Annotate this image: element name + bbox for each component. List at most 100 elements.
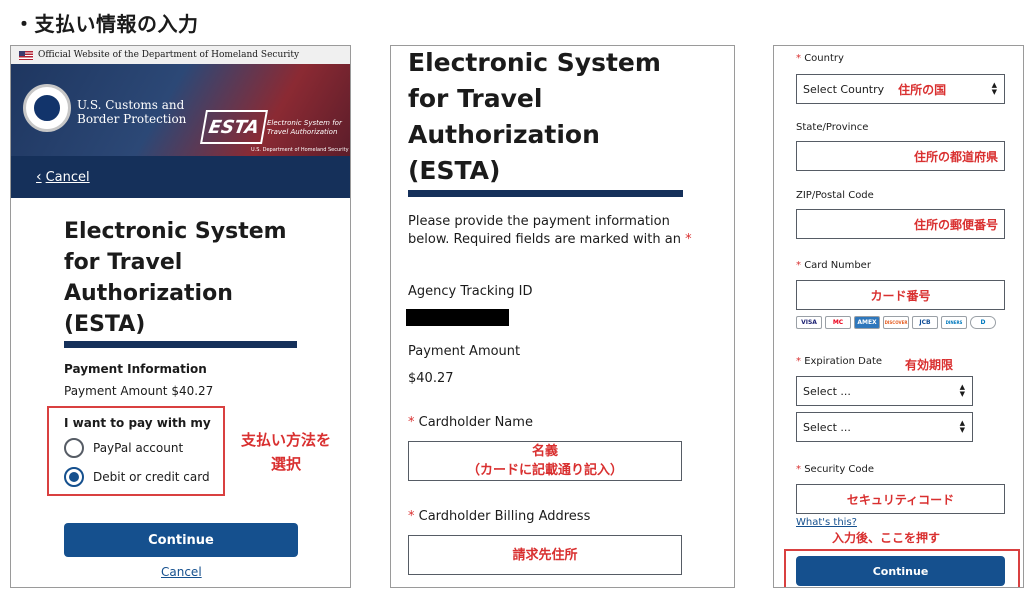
chevron-left-icon: ‹ [36,169,42,185]
paypal-option-label: PayPal account [93,441,184,455]
required-mark: * [796,356,801,367]
expiry-month-value: Select ... [803,384,851,398]
dhs-seal-icon [23,84,71,132]
esta-tagline: Electronic System for Travel Authorizati… [267,119,342,137]
card-radio[interactable] [64,467,84,487]
expiry-label-text: Expiration Date [804,356,883,367]
country-select-value: Select Country [803,82,885,96]
title-divider [408,190,683,197]
gov-banner: Official Website of the Department of Ho… [11,46,350,64]
billing-address-note: 請求先住所 [512,547,578,563]
gov-banner-text: Official Website of the Department of Ho… [38,50,300,60]
esta-tagline-line2: Travel Authorization [267,128,338,136]
title-line: Authorization [408,120,600,149]
note-line: （カードに記載通り記入） [466,463,623,478]
expiry-note: 有効期限 [905,358,954,372]
annotation-line: 支払い方法を [240,431,331,449]
push-note: 入力後、ここを押す [832,531,941,545]
nav-bar: ‹ Cancel [11,156,350,198]
instructions-text: Please provide the payment information b… [408,214,681,247]
zip-label: ZIP/Postal Code [796,190,874,201]
country-note: 住所の国 [898,82,947,97]
cardholder-name-label: * Cardholder Name [408,415,533,430]
card-option[interactable]: Debit or credit card [64,467,210,487]
expiry-month-select[interactable]: Select ... ▲ ▼ [796,376,973,406]
expiry-label: * Expiration Date [796,356,882,367]
title-line: (ESTA) [408,156,501,185]
title-line: (ESTA) [64,312,146,337]
us-flag-icon [19,50,33,60]
required-mark: * [796,260,801,271]
page-title: Electronic System for Travel Authorizati… [408,46,661,189]
cardholder-name-input[interactable]: 名義 （カードに記載通り記入） [408,441,682,481]
pay-with-label: I want to pay with my [64,416,211,430]
card-number-label-text: Card Number [804,260,871,271]
title-divider [64,341,297,348]
cardholder-name-note: 名義 （カードに記載通り記入） [467,442,623,480]
instructions: Please provide the payment information b… [408,213,708,249]
agency-name: U.S. Customs and Border Protection [77,98,186,126]
payment-info-heading: Payment Information [64,362,207,376]
title-line: Electronic System [408,48,661,77]
annotation-select-method: 支払い方法を 選択 [229,428,343,476]
diners-icon: DINERS [941,316,967,329]
select-arrows-icon: ▲ ▼ [991,81,997,96]
title-line: for Travel [64,250,183,275]
security-code-input[interactable]: セキュリティコード [796,484,1005,514]
esta-logo: ESTA [200,110,268,144]
card-number-label: * Card Number [796,260,871,271]
payment-amount: Payment Amount $40.27 [64,384,214,398]
security-code-label-text: Security Code [804,464,875,475]
card-option-label: Debit or credit card [93,470,210,484]
agency-name-line1: U.S. Customs and [77,98,185,112]
redacted-tracking-id [406,309,509,326]
visa-icon: VISA [796,316,822,329]
paypal-radio[interactable] [64,438,84,458]
amount-value: $40.27 [408,371,454,386]
required-mark: * [685,232,692,247]
security-code-note: セキュリティコード [846,492,955,507]
title-line: Authorization [64,281,233,306]
cardholder-screen: Electronic System for Travel Authorizati… [390,45,735,588]
page-title: Electronic System for Travel Authorizati… [64,216,287,340]
billing-address-input[interactable]: 請求先住所 [408,535,682,575]
paypal-option[interactable]: PayPal account [64,438,183,458]
card-number-note: カード番号 [870,288,931,303]
amex-icon: AMEX [854,316,880,329]
zip-input[interactable]: 住所の郵便番号 [796,209,1005,239]
continue-button[interactable]: Continue [796,556,1005,586]
note-line: 名義 [531,444,558,459]
required-mark: * [796,464,801,475]
select-arrows-icon: ▲ ▼ [959,419,965,434]
annotation-line: 選択 [270,455,301,473]
required-mark: * [796,53,801,64]
required-mark: * [408,509,415,524]
cancel-link-bottom[interactable]: Cancel [161,565,202,579]
state-note: 住所の都道府県 [913,149,998,164]
country-select[interactable]: Select Country 住所の国 ▲ ▼ [796,74,1005,104]
security-code-label: * Security Code [796,464,874,475]
card-details-screen: * Country Select Country 住所の国 ▲ ▼ State/P… [773,45,1024,588]
expiry-year-value: Select ... [803,420,851,434]
cbp-header: U.S. Customs and Border Protection ESTA … [11,64,350,156]
zip-note: 住所の郵便番号 [913,217,998,232]
cancel-link-top[interactable]: ‹ Cancel [36,169,90,185]
agency-name-line2: Border Protection [77,112,187,126]
country-label-text: Country [804,53,844,64]
continue-button[interactable]: Continue [64,523,298,557]
select-arrows-icon: ▲ ▼ [959,383,965,398]
whats-this-link[interactable]: What's this? [796,517,857,528]
amount-label: Payment Amount [408,344,521,359]
state-input[interactable]: 住所の都道府県 [796,141,1005,171]
jcb-icon: JCB [912,316,938,329]
cancel-link-top-label: Cancel [45,169,90,185]
card-number-input[interactable]: カード番号 [796,280,1005,310]
tracking-id-label: Agency Tracking ID [408,284,533,299]
mastercard-icon: MC [825,316,851,329]
required-mark: * [408,415,415,430]
card-brand-logos: VISA MC AMEX DISCOVER JCB DINERS D [796,316,996,329]
expiry-year-select[interactable]: Select ... ▲ ▼ [796,412,973,442]
esta-dept: U.S. Department of Homeland Security [251,147,349,153]
title-line: Electronic System [64,219,287,244]
payment-method-screen: Official Website of the Department of Ho… [10,45,351,588]
